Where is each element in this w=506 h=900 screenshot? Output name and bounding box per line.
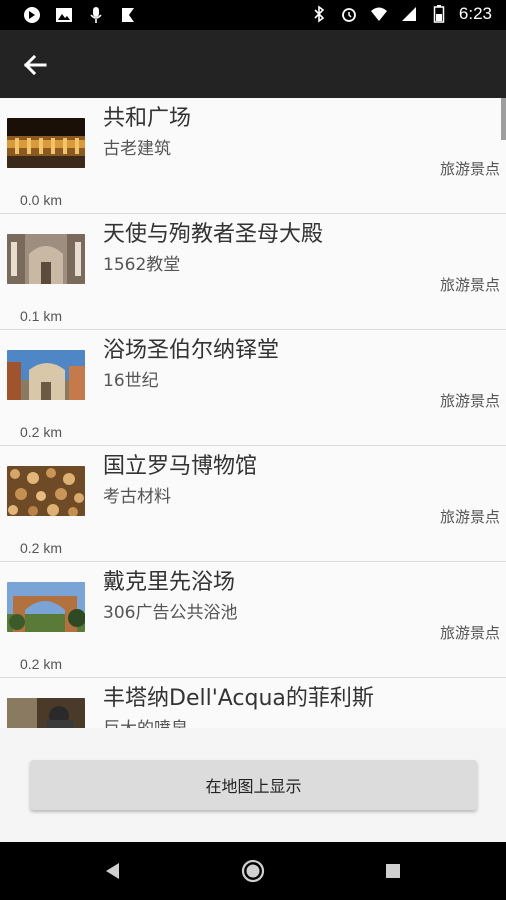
- distance-label: 0.2 km: [20, 540, 63, 556]
- place-name: 浴场圣伯尔纳铎堂: [103, 338, 280, 363]
- signal-icon: [399, 4, 419, 24]
- place-name: 国立罗马博物馆: [103, 454, 258, 479]
- list-item[interactable]: 丰塔纳Dell'Acqua的菲利斯 巨大的喷泉: [0, 678, 506, 728]
- wifi-icon: [369, 4, 389, 24]
- place-subtitle: 306广告公共浴池: [103, 603, 238, 623]
- distance-label: 0.2 km: [20, 656, 63, 672]
- place-category: 旅游景点: [439, 276, 500, 294]
- place-name: 天使与殉教者圣母大殿: [103, 222, 324, 247]
- list-item[interactable]: 0.1 km 天使与殉教者圣母大殿 1562教堂 旅游景点: [0, 214, 506, 330]
- place-thumbnail: [7, 698, 85, 728]
- mic-icon: [86, 5, 106, 25]
- battery-icon: [429, 4, 449, 24]
- place-thumbnail: [7, 234, 85, 284]
- place-thumbnail: [7, 350, 85, 400]
- recents-square-icon[interactable]: [378, 856, 408, 886]
- arrow-back-icon[interactable]: [20, 50, 50, 80]
- back-triangle-icon[interactable]: [98, 856, 128, 886]
- place-name: 丰塔纳Dell'Acqua的菲利斯: [103, 686, 374, 711]
- scrollbar-thumb[interactable]: [501, 98, 506, 140]
- places-list[interactable]: 0.0 km 共和广场 古老建筑 旅游景点 0.1 km 天使与殉教者圣母大殿 …: [0, 98, 506, 728]
- list-item[interactable]: 0.2 km 国立罗马博物馆 考古材料 旅游景点: [0, 446, 506, 562]
- place-name: 戴克里先浴场: [103, 570, 236, 595]
- distance-label: 0.1 km: [20, 308, 63, 324]
- home-circle-icon[interactable]: [238, 856, 268, 886]
- navigation-bar: [0, 842, 506, 900]
- place-subtitle: 考古材料: [103, 487, 171, 507]
- place-subtitle: 古老建筑: [103, 139, 171, 159]
- place-subtitle: 1562教堂: [103, 255, 181, 275]
- flag-icon: [118, 5, 138, 25]
- app-bar: [0, 30, 506, 98]
- place-category: 旅游景点: [439, 392, 500, 410]
- bluetooth-icon: [309, 4, 329, 24]
- distance-label: 0.0 km: [20, 192, 63, 208]
- place-thumbnail: [7, 582, 85, 632]
- footer: 在地图上显示: [0, 728, 506, 842]
- image-icon: [54, 5, 74, 25]
- status-time: 6:23: [458, 4, 492, 23]
- list-item[interactable]: 0.0 km 共和广场 古老建筑 旅游景点: [0, 98, 506, 214]
- place-thumbnail: [7, 118, 85, 168]
- place-thumbnail: [7, 466, 85, 516]
- show-on-map-button[interactable]: 在地图上显示: [30, 760, 477, 810]
- place-subtitle: 16世纪: [103, 371, 159, 391]
- place-category: 旅游景点: [439, 508, 500, 526]
- place-category: 旅游景点: [439, 624, 500, 642]
- place-name: 共和广场: [103, 106, 192, 131]
- place-subtitle: 巨大的喷泉: [103, 714, 188, 728]
- firefox-icon: [22, 5, 42, 25]
- list-item[interactable]: 0.2 km 戴克里先浴场 306广告公共浴池 旅游景点: [0, 562, 506, 678]
- place-category: 旅游景点: [439, 160, 500, 178]
- distance-label: 0.2 km: [20, 424, 63, 440]
- status-bar: 6:23: [0, 0, 506, 30]
- alarm-icon: [339, 4, 359, 24]
- list-item[interactable]: 0.2 km 浴场圣伯尔纳铎堂 16世纪 旅游景点: [0, 330, 506, 446]
